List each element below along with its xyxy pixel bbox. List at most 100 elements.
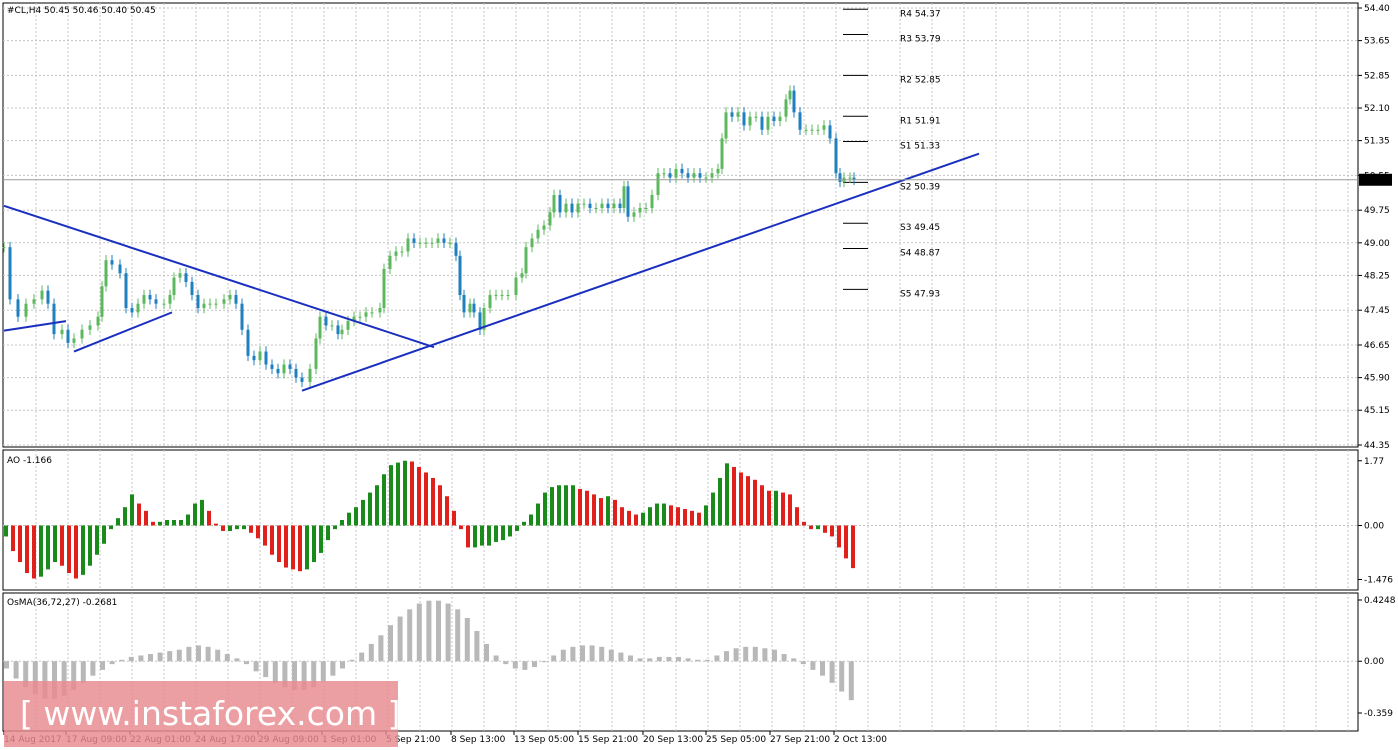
osma-bar: [637, 658, 643, 662]
ao-bar: [697, 512, 701, 526]
ao-bar: [11, 525, 15, 552]
ao-bar: [522, 521, 526, 526]
ao-bar: [186, 514, 190, 526]
ao-bar: [389, 465, 393, 526]
osma-bar: [580, 645, 585, 662]
candle-body: [52, 303, 56, 335]
pivot-level-label: S2 50.39: [900, 182, 940, 192]
candle-body: [500, 294, 504, 296]
osma-tick-label: 0.00: [1364, 657, 1384, 667]
candle-body: [828, 125, 832, 139]
candle-body: [190, 281, 194, 295]
candle-body: [378, 308, 382, 313]
candle-body: [606, 203, 610, 209]
ao-bar: [102, 525, 106, 544]
candle-body: [778, 116, 782, 122]
candle-body: [406, 238, 410, 252]
candle-body: [674, 168, 678, 178]
osma-bar: [685, 658, 691, 662]
current-price-label: 50.45: [1362, 176, 1388, 186]
price-tick-label: 46.65: [1364, 341, 1390, 351]
ao-bar: [704, 505, 708, 526]
ao-bar: [67, 525, 71, 574]
ao-pane: [2, 449, 1359, 591]
ao-bar: [116, 518, 120, 526]
candle-body: [288, 364, 292, 369]
ao-bar: [543, 492, 547, 526]
ao-bar: [361, 499, 365, 526]
candle-body: [66, 329, 70, 343]
osma-bar: [484, 643, 489, 662]
ao-bar: [298, 525, 302, 572]
ao-bar: [109, 525, 113, 530]
pivot-level-label: R3 53.79: [900, 35, 941, 45]
osma-bar: [368, 643, 374, 662]
ao-bar: [655, 503, 659, 526]
ao-bar: [648, 507, 652, 526]
ao-bar: [165, 520, 169, 526]
ao-bar: [214, 523, 218, 526]
candle-body: [668, 173, 672, 178]
ao-bar: [557, 485, 561, 526]
candle-body: [472, 303, 476, 313]
osma-bar: [436, 600, 441, 662]
osma-bar: [666, 656, 672, 662]
osma-bar: [13, 661, 19, 679]
candle-body: [324, 316, 328, 326]
candle-body: [222, 299, 226, 304]
candle-body: [748, 116, 752, 126]
ao-bar: [683, 509, 687, 526]
osma-bar: [234, 658, 240, 662]
candle-body: [88, 325, 92, 330]
instaforex-watermark: [ www.instaforex.com ]: [4, 681, 398, 747]
ao-bar: [95, 525, 99, 555]
osma-bar: [378, 635, 384, 662]
time-tick-label: 25 Sep 05:00: [706, 735, 766, 745]
candle-body: [724, 112, 728, 139]
osma-bar: [839, 661, 845, 692]
ao-bar: [25, 525, 29, 574]
ao-bar: [431, 477, 435, 526]
osma-bar: [474, 630, 480, 662]
osma-bar: [186, 646, 192, 662]
candle-body: [742, 112, 746, 126]
candle-body: [258, 351, 262, 361]
ao-bar: [585, 490, 589, 526]
candle-body: [716, 168, 720, 174]
candle-body: [784, 99, 788, 117]
candle-body: [276, 368, 280, 374]
candle-body: [252, 355, 256, 361]
time-tick-label: 2 Oct 13:00: [834, 735, 887, 745]
candle-body: [60, 329, 64, 335]
ao-bar: [753, 479, 757, 526]
candle-body: [388, 255, 392, 269]
osma-bar: [196, 645, 201, 662]
ao-bar: [130, 494, 134, 526]
candle-body: [772, 116, 776, 122]
osma-bar: [148, 654, 153, 662]
osma-bar: [618, 652, 624, 662]
time-tick-label: 15 Sep 21:00: [578, 735, 638, 745]
candle-body: [308, 368, 312, 382]
ao-bar: [732, 466, 736, 526]
candle-body: [96, 316, 100, 326]
ao-bar: [172, 520, 176, 526]
candle-body: [184, 273, 188, 282]
osma-bar: [541, 661, 547, 663]
price-tick-label: 51.35: [1364, 137, 1390, 147]
osma-bar: [416, 603, 422, 662]
candle-body: [202, 303, 206, 309]
candle-body: [442, 238, 446, 243]
ao-bar: [438, 485, 442, 526]
ao-bar: [74, 525, 78, 579]
osma-bar: [80, 661, 86, 683]
candle-body: [810, 129, 814, 131]
ao-bar: [760, 485, 764, 526]
candle-body: [214, 303, 218, 305]
osma-bar: [724, 651, 729, 662]
ao-bar: [795, 507, 799, 526]
osma-bar: [320, 661, 326, 682]
osma-bar: [570, 646, 576, 662]
ao-bar: [123, 507, 127, 526]
candle-body: [798, 112, 802, 130]
